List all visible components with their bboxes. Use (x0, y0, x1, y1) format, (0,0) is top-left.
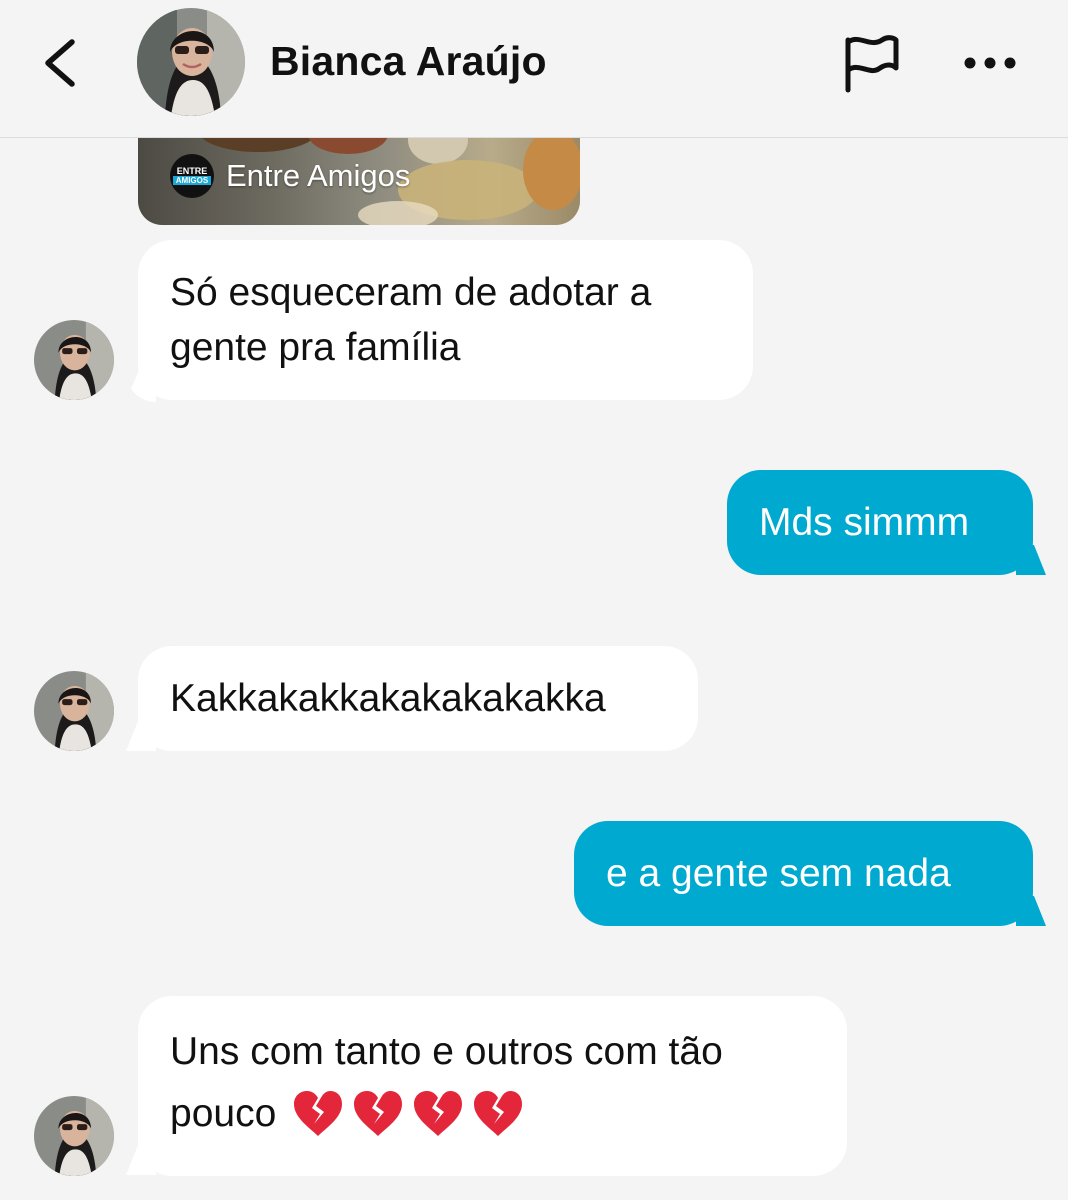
contact-name[interactable]: Bianca Araújo (270, 38, 547, 85)
broken-heart-icon (414, 1091, 463, 1136)
logo-text-top: ENTRE (176, 166, 208, 176)
sender-avatar[interactable] (34, 320, 114, 400)
source-logo: ENTRE AMIGOS (170, 154, 214, 198)
message-text: Kakkakakkakakakakakka (170, 677, 606, 720)
message-bubble-outgoing[interactable]: e a gente sem nada (574, 821, 1033, 926)
broken-heart-icon (474, 1091, 523, 1136)
logo-text-bottom: AMIGOS (172, 176, 212, 185)
contact-avatar[interactable] (137, 8, 245, 116)
back-button[interactable] (38, 36, 86, 90)
chat-header: Bianca Araújo (0, 0, 1068, 138)
broken-heart-icon (354, 1091, 403, 1136)
message-bubble-incoming[interactable]: Só esqueceram de adotar a gente pra famí… (138, 240, 753, 400)
more-horizontal-icon (964, 57, 1016, 69)
emoji-row (290, 1090, 524, 1138)
message-line-text: pouco (170, 1092, 277, 1135)
message-line: Uns com tanto e outros com tão (170, 1030, 723, 1073)
message-text: e a gente sem nada (606, 852, 951, 895)
chat-screen: Bianca Araújo ENTRE AMIGOS Entre Amigos … (0, 0, 1068, 1200)
post-source: ENTRE AMIGOS Entre Amigos (170, 154, 410, 198)
chevron-left-icon (45, 39, 75, 87)
source-name: Entre Amigos (226, 158, 411, 193)
message-line: Só esqueceram de adotar a (170, 271, 652, 314)
message-line: gente pra família (170, 326, 461, 369)
sender-avatar[interactable] (34, 1096, 114, 1176)
message-text: Mds simmm (759, 501, 970, 544)
message-bubble-incoming[interactable]: Kakkakakkakakakakakka (138, 646, 698, 751)
sender-avatar[interactable] (34, 671, 114, 751)
more-options-button[interactable] (960, 48, 1020, 78)
message-bubble-incoming[interactable]: Uns com tanto e outros com tão pouco (138, 996, 847, 1176)
message-bubble-outgoing[interactable]: Mds simmm (727, 470, 1033, 575)
report-button[interactable] (840, 30, 902, 94)
message-line: pouco (170, 1083, 815, 1145)
broken-heart-icon (294, 1091, 343, 1136)
flag-icon (845, 35, 899, 93)
